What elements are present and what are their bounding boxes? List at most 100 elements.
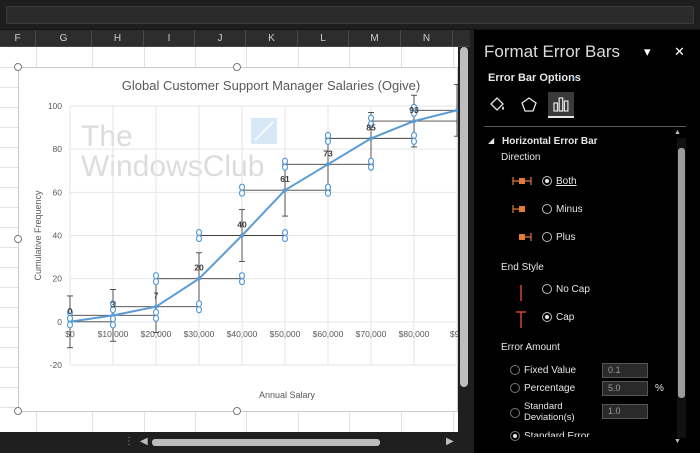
column-header-f[interactable]: F — [0, 30, 36, 47]
column-header-h[interactable]: H — [92, 30, 144, 47]
formula-bar — [0, 0, 700, 30]
cap-label[interactable]: Cap — [556, 312, 574, 323]
pane-scroll-up-icon[interactable]: ▲ — [674, 129, 681, 136]
chart-resize-handle-bottom-left[interactable] — [14, 407, 22, 415]
pane-scrollbar[interactable] — [677, 138, 686, 438]
y-tick-label: -20 — [50, 360, 63, 370]
error-bar-selection-handle — [66, 321, 74, 329]
error-bar-selection-handle — [152, 278, 160, 286]
standard-error-label[interactable]: Standard Error — [524, 431, 590, 437]
column-header-j[interactable]: J — [195, 30, 246, 47]
format-error-bars-pane: Format Error Bars ▾ ✕ Error Bar Options … — [474, 30, 700, 453]
data-label: 20 — [194, 263, 204, 273]
percent-sign: % — [655, 383, 664, 394]
more-options-icon[interactable]: ⋮ — [124, 436, 134, 447]
worksheet-grid[interactable]: The WindowsClub -20 0 20 40 60 80 100 $0 $10,000 $2… — [0, 47, 458, 432]
error-bar-selection-handle — [324, 137, 332, 145]
data-label: 93 — [409, 105, 419, 115]
direction-heading: Direction — [501, 152, 541, 163]
error-bar-selection-handle — [238, 272, 246, 280]
error-bar-selection-handle — [238, 183, 246, 191]
standard-deviation-label[interactable]: Standard Deviation(s) — [524, 401, 575, 423]
error-bar-selection-handle — [66, 314, 74, 322]
error-bar-selection-handle — [109, 321, 117, 329]
percentage-label[interactable]: Percentage — [524, 383, 575, 394]
effects-button[interactable] — [516, 92, 542, 118]
task-pane-options-icon[interactable]: ▾ — [644, 44, 651, 60]
direction-both-label[interactable]: Both — [556, 176, 577, 187]
y-tick-label: 60 — [53, 187, 63, 197]
x-axis-title: Annual Salary — [259, 390, 316, 400]
error-bar-selection-handle — [195, 234, 203, 243]
column-header-g[interactable]: G — [36, 30, 92, 47]
vertical-scroll-thumb[interactable] — [460, 47, 468, 387]
data-label: 61 — [280, 174, 290, 184]
sheet-horizontal-scrollbar[interactable]: ⋮ ◀ ▶ — [0, 432, 470, 453]
chevron-down-icon[interactable]: ⌄ — [570, 71, 578, 82]
section-heading[interactable]: Horizontal Error Bar — [502, 136, 598, 147]
horizontal-scroll-thumb[interactable] — [152, 439, 380, 446]
no-cap-icon — [520, 285, 522, 301]
fixed-value-radio[interactable] — [510, 365, 520, 375]
percentage-input[interactable]: 5.0 — [602, 381, 648, 396]
x-tick-label: $60,000 — [313, 329, 344, 339]
error-bar-selection-handle — [410, 137, 418, 145]
column-header-k[interactable]: K — [246, 30, 298, 47]
error-bar-selection-handle — [238, 278, 246, 286]
column-header-m[interactable]: M — [349, 30, 401, 47]
pane-title: Format Error Bars — [484, 42, 621, 61]
percentage-radio[interactable] — [510, 383, 520, 393]
direction-minus-icon — [512, 205, 525, 213]
column-header-l[interactable]: L — [298, 30, 349, 47]
column-header-n[interactable]: N — [401, 30, 453, 47]
y-tick-label: 40 — [53, 231, 63, 241]
data-point — [326, 162, 330, 167]
collapse-triangle-icon[interactable]: ◢ — [488, 136, 494, 145]
close-icon[interactable]: ✕ — [674, 44, 685, 60]
standard-error-radio[interactable] — [510, 431, 520, 441]
error-bar-selection-handle — [281, 163, 289, 171]
standard-deviation-radio[interactable] — [510, 408, 520, 418]
error-bar-options-button[interactable] — [548, 92, 574, 118]
chart-resize-handle-middle-left[interactable] — [14, 235, 22, 243]
fill-line-button[interactable] — [484, 92, 510, 118]
no-cap-label[interactable]: No Cap — [556, 284, 590, 295]
error-bar-options-tab[interactable]: Error Bar Options — [488, 72, 581, 84]
fixed-value-label[interactable]: Fixed Value — [524, 365, 576, 376]
direction-both-radio[interactable] — [542, 176, 552, 186]
chart-resize-handle-bottom-middle[interactable] — [233, 407, 241, 415]
error-bar-selection-handle — [281, 228, 289, 237]
standard-deviation-label-line2: Deviation(s) — [524, 412, 575, 423]
column-header-i[interactable]: I — [144, 30, 195, 47]
x-tick-label: $30,000 — [184, 329, 215, 339]
y-axis-title: Cumulative Frequency — [33, 190, 43, 281]
fixed-value-input[interactable]: 0.1 — [602, 363, 648, 378]
chart-resize-handle-top-middle[interactable] — [233, 63, 241, 71]
error-bar-selection-handle — [367, 163, 375, 171]
direction-plus-label[interactable]: Plus — [556, 232, 575, 243]
direction-both-icon — [512, 177, 532, 185]
cap-radio[interactable] — [542, 312, 552, 322]
watermark-text: WindowsClub — [81, 150, 264, 183]
sheet-vertical-scrollbar[interactable] — [458, 47, 470, 432]
pane-scroll-thumb[interactable] — [678, 148, 685, 398]
x-tick-label: $50,000 — [270, 329, 301, 339]
y-tick-label: 0 — [57, 317, 62, 327]
chart-resize-handle-top-left[interactable] — [14, 63, 22, 71]
direction-minus-label[interactable]: Minus — [556, 204, 583, 215]
scroll-right-arrow-icon[interactable]: ▶ — [446, 436, 454, 447]
pane-scroll-down-icon[interactable]: ▼ — [674, 438, 681, 445]
error-bar-selection-handle — [367, 114, 375, 122]
x-tick-label: $80,000 — [399, 329, 430, 339]
formula-input[interactable] — [6, 6, 694, 24]
error-bar-selection-handle — [281, 157, 289, 165]
direction-plus-radio[interactable] — [542, 232, 552, 242]
no-cap-radio[interactable] — [542, 284, 552, 294]
error-bar-selection-handle — [152, 314, 160, 322]
ogive-chart: TheWindowsClub-20020406080100$0 $10,000 $2… — [33, 78, 458, 400]
chart-area[interactable]: The WindowsClub -20 0 20 40 60 80 100 $0 $10,000 $2… — [18, 67, 458, 412]
standard-deviation-input[interactable]: 1.0 — [602, 404, 648, 419]
error-bar-selection-handle — [152, 272, 160, 280]
scroll-left-arrow-icon[interactable]: ◀ — [140, 436, 148, 447]
direction-minus-radio[interactable] — [542, 204, 552, 214]
